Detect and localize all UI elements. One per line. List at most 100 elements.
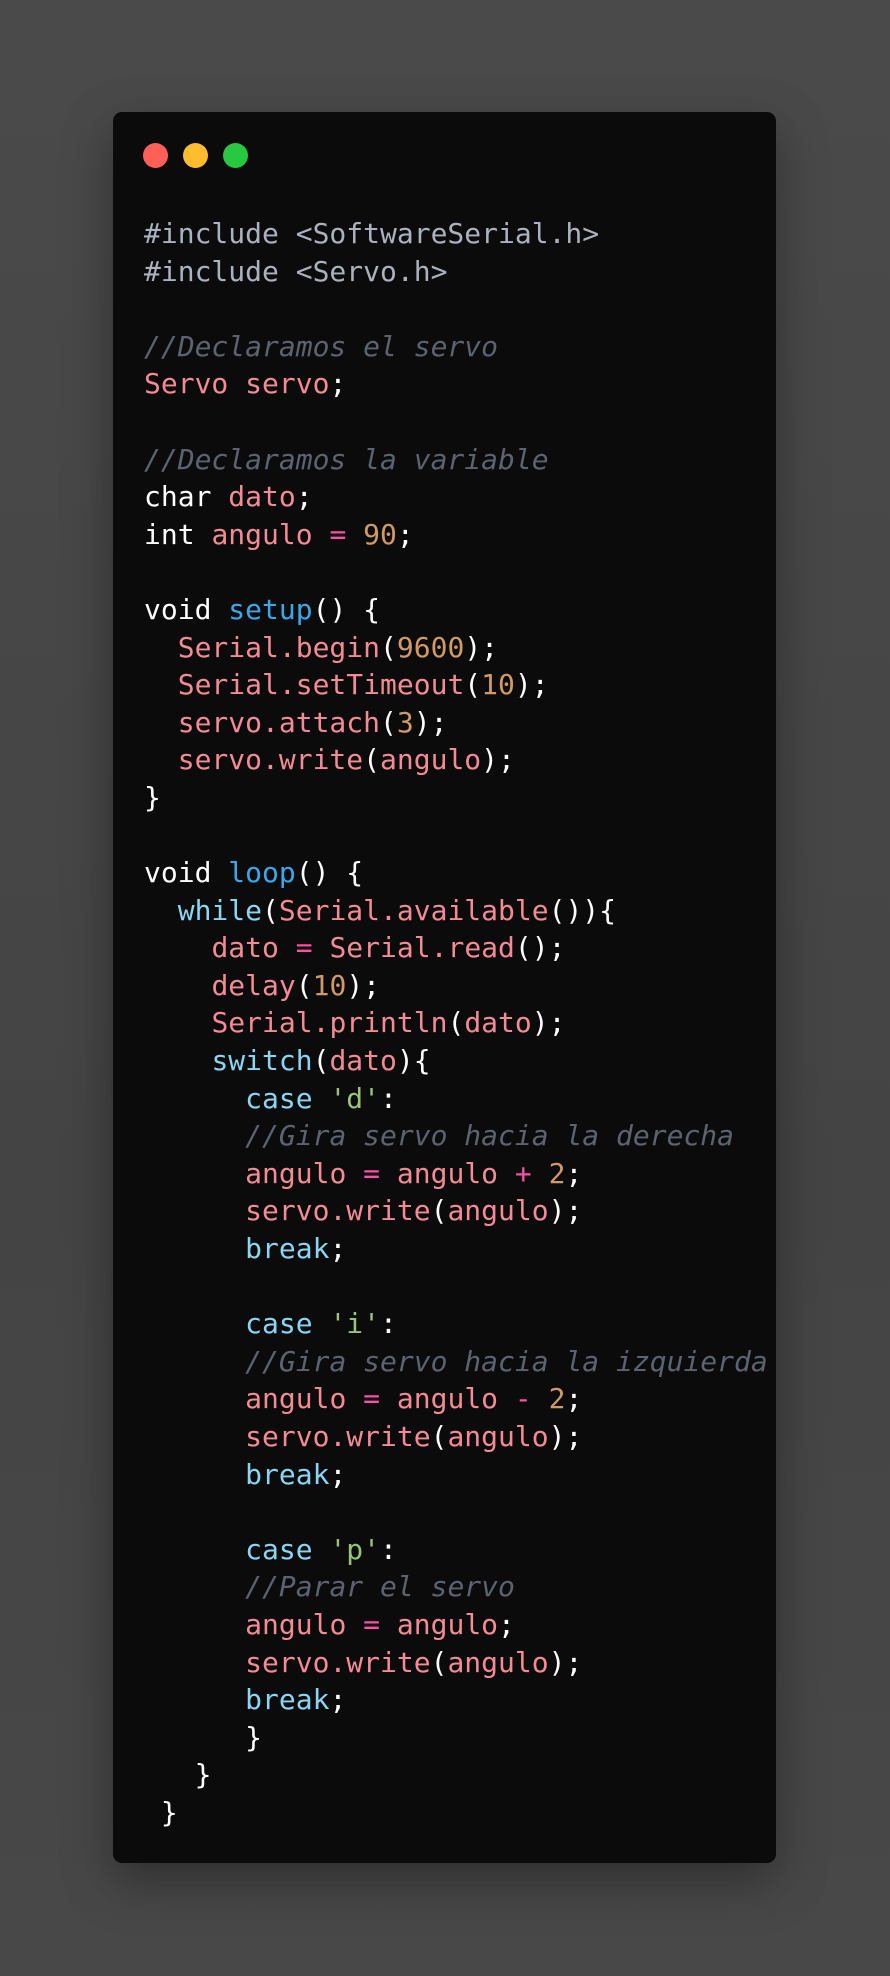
punctuation-token: [380, 1608, 397, 1641]
code-line: //Declaramos la variable: [144, 441, 768, 479]
code-line: char dato;: [144, 478, 768, 516]
punctuation-token: ;: [329, 1683, 347, 1717]
punctuation-token: ;: [498, 1607, 515, 1641]
identifier-token: angulo: [245, 1156, 364, 1190]
code-line: break;: [144, 1230, 768, 1268]
punctuation-token: }: [144, 780, 161, 814]
control-keyword-token: break: [245, 1232, 330, 1266]
comment-token: //Parar el servo: [245, 1570, 515, 1604]
code-line: void loop() {: [144, 854, 768, 892]
code-line: case 'i':: [144, 1305, 768, 1343]
punctuation-token: [532, 1157, 549, 1190]
number-token: 10: [312, 968, 347, 1002]
identifier-token: angulo: [380, 743, 482, 777]
code-line: switch(dato){: [144, 1042, 768, 1080]
code-block: #include <SoftwareSerial.h> #include <Ser…: [144, 215, 768, 1832]
code-line: //Gira servo hacia la derecha: [144, 1117, 768, 1155]
code-line: delay(10);: [144, 967, 768, 1005]
identifier-token: Serial.begin: [177, 630, 381, 664]
punctuation-token: );: [514, 668, 549, 702]
punctuation-token: ;: [396, 517, 414, 551]
comment-token: //Gira servo hacia la izquierda: [245, 1344, 768, 1378]
code-line: //Parar el servo: [144, 1568, 768, 1606]
punctuation-token: );: [548, 1645, 583, 1679]
punctuation-token: [313, 931, 330, 964]
number-token: 2: [548, 1156, 566, 1190]
code-line: break;: [144, 1456, 768, 1494]
identifier-token: servo.attach: [177, 705, 381, 739]
identifier-token: dato: [228, 480, 296, 514]
punctuation-token: ;: [295, 480, 313, 514]
punctuation-token: [144, 1570, 245, 1603]
code-line: //Declaramos el servo: [144, 328, 768, 366]
code-line: Serial.println(dato);: [144, 1004, 768, 1042]
identifier-token: dato: [211, 931, 296, 965]
code-line: servo.write(angulo);: [144, 1418, 768, 1456]
identifier-token: Servo servo: [144, 367, 330, 401]
minimize-dot-icon[interactable]: [183, 143, 208, 168]
control-keyword-token: case: [245, 1307, 330, 1341]
identifier-token: Serial.read: [329, 931, 515, 965]
punctuation-token: [144, 1006, 211, 1039]
punctuation-token: [144, 1646, 245, 1679]
identifier-token: angulo: [447, 1194, 549, 1228]
punctuation-token: );: [413, 705, 448, 739]
operator-token: =: [295, 931, 313, 965]
operator-token: =: [329, 517, 347, 551]
operator-token: +: [514, 1156, 532, 1190]
punctuation-token: [144, 1082, 245, 1115]
comment-token: //Declaramos la variable: [144, 442, 549, 476]
code-line: }: [144, 1756, 768, 1794]
punctuation-token: [532, 1382, 549, 1415]
punctuation-token: );: [346, 968, 381, 1002]
punctuation-token: [144, 1533, 245, 1566]
control-keyword-token: break: [245, 1457, 330, 1491]
punctuation-token: [144, 969, 211, 1002]
maximize-dot-icon[interactable]: [223, 143, 248, 168]
code-line: #include <SoftwareSerial.h>: [144, 215, 768, 253]
punctuation-token: [144, 1420, 245, 1453]
close-dot-icon[interactable]: [143, 143, 168, 168]
punctuation-token: [380, 1157, 397, 1190]
operator-token: -: [514, 1382, 532, 1416]
identifier-token: angulo: [211, 517, 330, 551]
window-controls: [143, 143, 248, 168]
punctuation-token: [144, 1157, 245, 1190]
code-line: angulo = angulo - 2;: [144, 1380, 768, 1418]
code-line: dato = Serial.read();: [144, 929, 768, 967]
punctuation-token: ;: [329, 1232, 347, 1266]
punctuation-token: ();: [514, 931, 566, 965]
punctuation-token: [144, 1683, 245, 1716]
punctuation-token: [144, 706, 178, 739]
punctuation-token: [144, 1232, 245, 1265]
punctuation-token: :: [380, 1081, 397, 1115]
punctuation-token: );: [464, 630, 499, 664]
identifier-token: servo.write: [177, 743, 364, 777]
char-literal-token: 'i': [329, 1307, 381, 1341]
char-literal-token: 'd': [329, 1081, 381, 1115]
punctuation-token: ;: [565, 1156, 583, 1190]
identifier-token: dato: [464, 1006, 532, 1040]
punctuation-token: :: [380, 1307, 397, 1341]
punctuation-token: () {: [312, 592, 381, 626]
identifier-token: angulo: [245, 1607, 364, 1641]
char-literal-token: 'p': [329, 1532, 381, 1566]
type-keyword-token: void: [144, 856, 229, 890]
identifier-token: Serial.println: [211, 1006, 448, 1040]
punctuation-token: [144, 1044, 211, 1077]
identifier-token: angulo: [447, 1645, 549, 1679]
number-token: 3: [396, 705, 414, 739]
code-line: }: [144, 1719, 768, 1757]
identifier-token: angulo: [396, 1607, 499, 1641]
punctuation-token: [144, 931, 211, 964]
punctuation-token: [144, 1608, 245, 1641]
identifier-token: dato: [329, 1044, 397, 1078]
identifier-token: Serial.setTimeout: [177, 668, 465, 702]
punctuation-token: [144, 1307, 245, 1340]
punctuation-token: ()){: [548, 893, 617, 927]
function-name-token: loop: [228, 856, 296, 890]
